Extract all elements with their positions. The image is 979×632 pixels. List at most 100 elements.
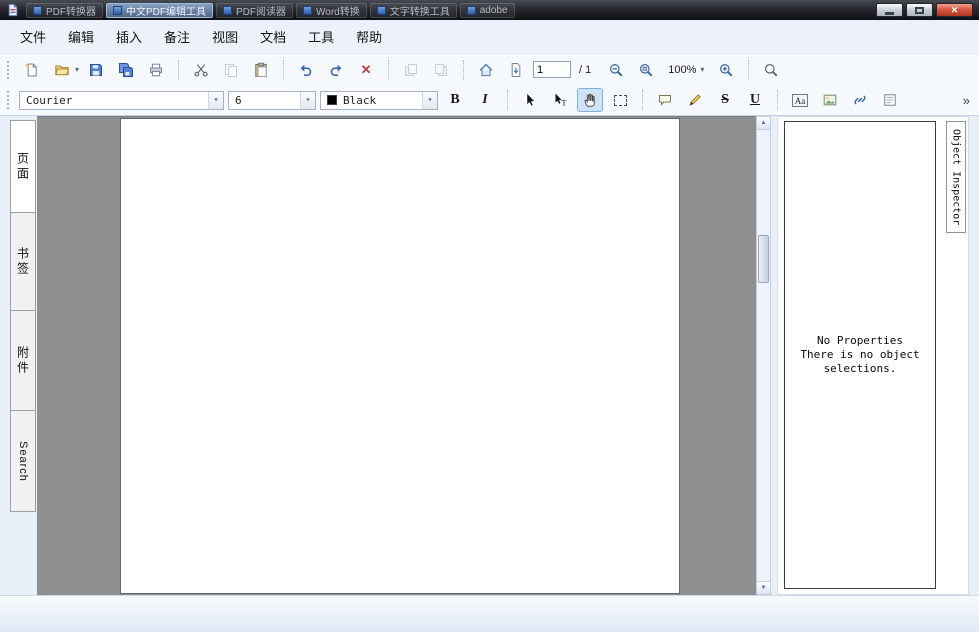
zoom-in-icon xyxy=(720,63,733,77)
font-family-value: Courier xyxy=(26,93,73,107)
text-select-tool-button[interactable]: T xyxy=(547,88,573,112)
zoom-in-button[interactable] xyxy=(713,58,739,82)
window-tab[interactable]: PDF阅读器 xyxy=(216,2,293,18)
comment-button[interactable] xyxy=(652,88,678,112)
underline-button[interactable]: U xyxy=(742,88,768,112)
window-tab[interactable]: 文字转换工具 xyxy=(369,2,457,18)
window-controls: ✕ xyxy=(876,3,976,17)
pdf-app-icon xyxy=(303,5,312,15)
sidebar-tab-pages[interactable]: 页面 xyxy=(10,120,36,213)
sidebar-tab-search[interactable]: Search xyxy=(10,410,36,512)
page-tool-button-b[interactable] xyxy=(428,58,454,82)
form-field-button[interactable] xyxy=(877,88,903,112)
scroll-down-button[interactable]: ▼ xyxy=(757,581,770,594)
new-document-button[interactable] xyxy=(19,58,45,82)
toolbar-separator xyxy=(388,59,390,80)
pdf-app-icon xyxy=(33,5,42,15)
comment-bubble-icon xyxy=(659,95,671,106)
hand-icon xyxy=(584,93,595,107)
save-all-button[interactable] xyxy=(113,58,139,82)
scrollbar-thumb[interactable] xyxy=(758,235,769,283)
window-tab-active[interactable]: 中文PDF编辑工具 xyxy=(106,2,213,18)
select-tool-button[interactable] xyxy=(517,88,543,112)
sidebar-tab-attachments[interactable]: 附件 xyxy=(10,310,36,411)
menu-insert[interactable]: 插入 xyxy=(106,23,152,50)
font-size-select[interactable]: 6 ▾ xyxy=(228,90,316,110)
search-button[interactable] xyxy=(758,58,784,82)
insert-image-button[interactable] xyxy=(817,88,843,112)
strikeout-button[interactable]: S xyxy=(712,88,738,112)
font-color-select[interactable]: Black ▾ xyxy=(320,90,438,110)
italic-icon: I xyxy=(482,92,488,107)
copy-button[interactable] xyxy=(218,58,244,82)
zoom-fit-icon xyxy=(640,63,653,77)
paste-button[interactable] xyxy=(248,58,274,82)
menu-help[interactable]: 帮助 xyxy=(346,23,392,50)
window-tab-label: Word转换 xyxy=(316,6,360,18)
toolbar-grip[interactable] xyxy=(7,91,11,109)
zoom-level-select[interactable]: 100% ▾ xyxy=(663,62,709,78)
maximize-button[interactable] xyxy=(906,3,933,17)
zoom-out-icon xyxy=(610,63,623,77)
pages-icon xyxy=(435,63,448,76)
vertical-scrollbar[interactable]: ▲ ▼ xyxy=(756,116,771,595)
menu-file[interactable]: 文件 xyxy=(10,23,56,50)
window-tab[interactable]: adobe xyxy=(459,2,515,18)
print-button[interactable] xyxy=(143,58,169,82)
highlight-button[interactable] xyxy=(682,88,708,112)
page-tool-button-a[interactable] xyxy=(398,58,424,82)
object-inspector-tab[interactable]: Object Inspector xyxy=(946,121,966,233)
zoom-out-button[interactable] xyxy=(603,58,629,82)
strikeout-icon: S xyxy=(721,92,729,107)
home-icon xyxy=(479,63,493,76)
pdf-editor-window: PDF转换器 中文PDF编辑工具 PDF阅读器 Word转换 文字转换工具 ad… xyxy=(0,0,979,632)
open-dropdown-caret-icon[interactable]: ▾ xyxy=(75,65,79,74)
page-view-button[interactable] xyxy=(503,58,529,82)
window-tab[interactable]: PDF转换器 xyxy=(26,2,103,18)
cut-button[interactable] xyxy=(188,58,214,82)
edit-text-button[interactable]: Aa xyxy=(787,88,813,112)
text-select-cursor-icon: T xyxy=(555,93,567,108)
delete-icon: ✕ xyxy=(360,62,372,77)
image-icon xyxy=(823,94,837,106)
close-button[interactable]: ✕ xyxy=(936,3,973,17)
font-family-select[interactable]: Courier ▾ xyxy=(19,90,224,110)
window-tab[interactable]: Word转换 xyxy=(296,2,367,18)
scroll-up-button[interactable]: ▲ xyxy=(757,117,770,130)
page-canvas[interactable] xyxy=(121,119,679,593)
hand-tool-button[interactable] xyxy=(577,88,603,112)
open-file-button[interactable] xyxy=(49,58,75,82)
page-number-input[interactable] xyxy=(533,61,572,78)
page-total-label: / 1 xyxy=(579,63,592,76)
redo-button[interactable] xyxy=(323,58,349,82)
snapshot-tool-button[interactable] xyxy=(607,88,633,112)
document-area xyxy=(37,116,756,595)
minimize-button[interactable] xyxy=(876,3,903,17)
delete-button[interactable]: ✕ xyxy=(353,58,379,82)
font-color-value: Black xyxy=(343,93,377,107)
zoom-fit-button[interactable] xyxy=(633,58,659,82)
insert-link-button[interactable] xyxy=(847,88,873,112)
menu-document[interactable]: 文档 xyxy=(250,23,296,50)
window-tab-label: adobe xyxy=(479,4,508,16)
save-button[interactable] xyxy=(83,58,109,82)
italic-button[interactable]: I xyxy=(472,88,498,112)
first-page-button[interactable] xyxy=(473,58,499,82)
menu-tools[interactable]: 工具 xyxy=(298,23,344,50)
undo-icon xyxy=(300,64,312,76)
sidebar-tab-bookmarks[interactable]: 书签 xyxy=(10,212,36,311)
bold-button[interactable]: B xyxy=(442,88,468,112)
sidebar-tab-strip: 页面 书签 附件 Search xyxy=(10,116,37,595)
status-bar xyxy=(0,595,979,632)
undo-button[interactable] xyxy=(293,58,319,82)
color-swatch xyxy=(327,95,337,105)
chevron-down-icon: ▾ xyxy=(427,95,433,104)
menu-view[interactable]: 视图 xyxy=(202,23,248,50)
toolbar-separator xyxy=(178,59,180,80)
menu-annotate[interactable]: 备注 xyxy=(154,23,200,50)
chevron-down-icon: ▾ xyxy=(700,64,705,74)
toolbar-grip[interactable] xyxy=(7,60,11,79)
menu-edit[interactable]: 编辑 xyxy=(58,23,104,50)
toolbar-overflow-button[interactable]: » xyxy=(963,93,973,108)
new-document-icon xyxy=(25,62,37,76)
